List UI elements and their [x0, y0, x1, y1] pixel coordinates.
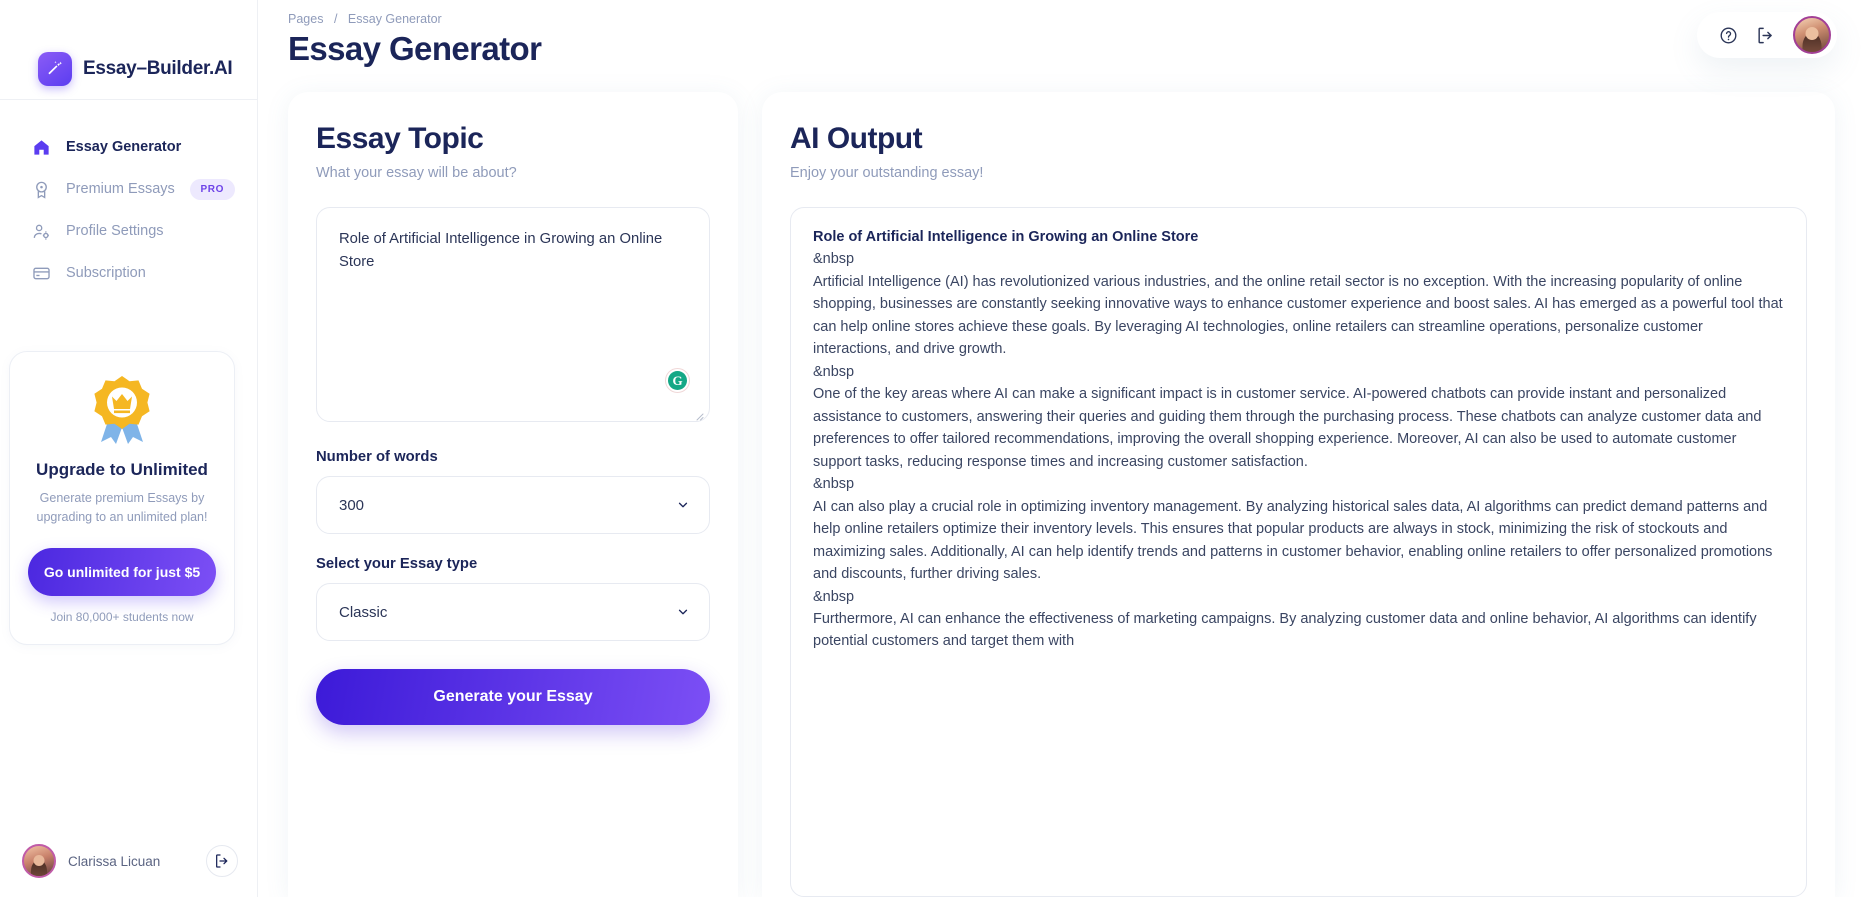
- number-of-words-select[interactable]: 300: [316, 476, 710, 534]
- generate-essay-button[interactable]: Generate your Essay: [316, 669, 710, 725]
- essay-spacer: &nbsp: [813, 363, 855, 380]
- ai-output-heading: AI Output: [790, 122, 923, 155]
- credit-card-icon: [30, 262, 52, 284]
- number-of-words-label: Number of words: [316, 449, 438, 465]
- breadcrumb-root[interactable]: Pages: [288, 12, 323, 26]
- upgrade-card: Upgrade to Unlimited Generate premium Es…: [9, 351, 235, 645]
- essay-paragraph: AI can also play a crucial role in optim…: [813, 498, 1773, 583]
- help-button[interactable]: [1719, 26, 1738, 45]
- magic-wand-icon: [38, 51, 72, 86]
- avatar[interactable]: [1793, 16, 1831, 54]
- breadcrumb-separator: /: [333, 12, 338, 26]
- panels: Essay Topic What your essay will be abou…: [258, 92, 1865, 897]
- sidebar-item-label: Subscription: [66, 265, 146, 281]
- topbar-logout-button[interactable]: [1756, 26, 1775, 45]
- essay-topic-subheading: What your essay will be about?: [316, 165, 517, 181]
- sidebar-logout-button[interactable]: [206, 845, 238, 877]
- sidebar-item-subscription[interactable]: Subscription: [0, 252, 257, 294]
- award-icon: [30, 178, 52, 200]
- essay-paragraph: One of the key areas where AI can make a…: [813, 386, 1762, 470]
- breadcrumb: Pages / Essay Generator: [288, 12, 541, 26]
- main-content: Pages / Essay Generator Essay Generator: [258, 0, 1865, 897]
- brand-name: Essay–Builder.AI: [83, 57, 233, 79]
- essay-topic-heading: Essay Topic: [316, 122, 484, 155]
- essay-paragraph: Furthermore, AI can enhance the effectiv…: [813, 610, 1757, 650]
- go-unlimited-button[interactable]: Go unlimited for just $5: [28, 547, 216, 596]
- sidebar-nav: Essay Generator Premium Essays PRO Profi…: [0, 100, 257, 294]
- essay-paragraph: Artificial Intelligence (AI) has revolut…: [813, 273, 1783, 358]
- upgrade-title: Upgrade to Unlimited: [36, 460, 208, 479]
- grammarly-icon[interactable]: G: [665, 368, 690, 393]
- number-of-words-wrapper: 300: [316, 476, 710, 534]
- grammarly-glyph: G: [668, 371, 687, 390]
- essay-type-wrapper: Classic: [316, 583, 710, 641]
- essay-type-label: Select your Essay type: [316, 556, 478, 572]
- ai-output-text[interactable]: Role of Artificial Intelligence in Growi…: [790, 207, 1807, 897]
- essay-topic-panel: Essay Topic What your essay will be abou…: [288, 92, 738, 897]
- sidebar-item-label: Profile Settings: [66, 223, 164, 239]
- page-title: Essay Generator: [288, 30, 542, 67]
- essay-spacer: &nbsp: [813, 588, 855, 605]
- essay-spacer: &nbsp: [813, 476, 855, 493]
- sidebar-item-essay-generator[interactable]: Essay Generator: [0, 126, 257, 168]
- topic-input-wrapper: G: [316, 207, 710, 427]
- avatar[interactable]: [22, 844, 56, 878]
- logout-icon: [1758, 27, 1772, 43]
- brand[interactable]: Essay–Builder.AI: [0, 0, 257, 99]
- sidebar-item-premium-essays[interactable]: Premium Essays PRO: [0, 168, 257, 210]
- upgrade-subtitle: Generate premium Essays by upgrading to …: [36, 491, 208, 525]
- topbar-actions: [1697, 12, 1837, 58]
- essay-type-select[interactable]: Classic: [316, 583, 710, 641]
- essay-spacer: &nbsp: [813, 251, 855, 268]
- app-root: Essay–Builder.AI Essay Generator Premium…: [0, 0, 1865, 897]
- sidebar-item-profile-settings[interactable]: Profile Settings: [0, 210, 257, 252]
- sidebar-user-name: Clarissa Licuan: [68, 853, 161, 869]
- ai-output-panel: AI Output Enjoy your outstanding essay! …: [762, 92, 1835, 897]
- help-circle-icon: [1720, 27, 1737, 43]
- sidebar-item-label: Premium Essays: [66, 181, 175, 197]
- topbar: Pages / Essay Generator Essay Generator: [258, 0, 1865, 92]
- sidebar-item-label: Essay Generator: [66, 139, 182, 155]
- pro-badge: PRO: [189, 178, 235, 200]
- breadcrumb-current: Essay Generator: [347, 12, 442, 26]
- ai-output-subheading: Enjoy your outstanding essay!: [790, 165, 984, 181]
- sidebar-user: Clarissa Licuan: [0, 825, 258, 897]
- user-settings-icon: [30, 220, 52, 242]
- home-icon: [30, 136, 52, 158]
- logout-icon: [216, 854, 228, 868]
- upgrade-footnote: Join 80,000+ students now: [50, 609, 194, 624]
- sidebar: Essay–Builder.AI Essay Generator Premium…: [0, 0, 258, 897]
- medal-ribbon-icon: [94, 376, 150, 444]
- essay-title: Role of Artificial Intelligence in Growi…: [813, 229, 1199, 245]
- essay-topic-input[interactable]: [316, 207, 710, 422]
